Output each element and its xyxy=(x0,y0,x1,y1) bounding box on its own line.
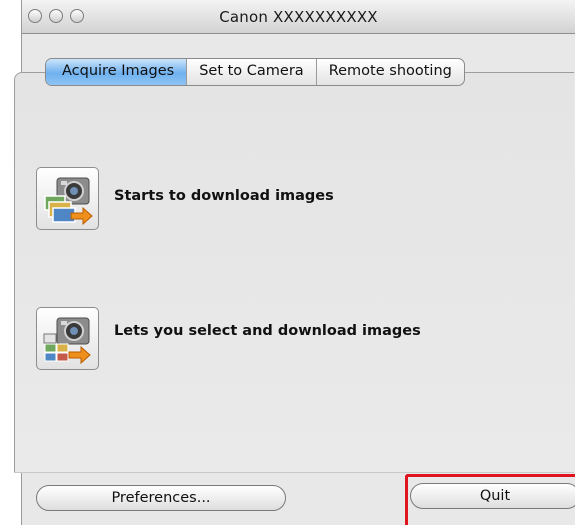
tab-acquire-images[interactable]: Acquire Images xyxy=(46,59,188,85)
quit-highlight-frame xyxy=(405,474,575,525)
tab-panel xyxy=(14,72,574,472)
camera-select-download-icon xyxy=(43,317,91,365)
tab-set-to-camera[interactable]: Set to Camera xyxy=(187,59,317,85)
footer-divider xyxy=(14,472,574,473)
start-download-label: Starts to download images xyxy=(114,188,334,204)
tab-bar: Acquire Images Set to Camera Remote shoo… xyxy=(45,58,465,86)
window-title: Canon XXXXXXXXXX xyxy=(219,8,378,26)
title-bar[interactable]: Canon XXXXXXXXXX xyxy=(22,0,575,34)
select-download-button[interactable] xyxy=(36,307,99,370)
start-download-button[interactable] xyxy=(36,167,99,230)
tab-remote-shooting[interactable]: Remote shooting xyxy=(317,59,464,85)
preferences-button[interactable]: Preferences... xyxy=(36,485,286,511)
camera-download-icon xyxy=(44,177,93,226)
select-download-label: Lets you select and download images xyxy=(114,323,421,339)
